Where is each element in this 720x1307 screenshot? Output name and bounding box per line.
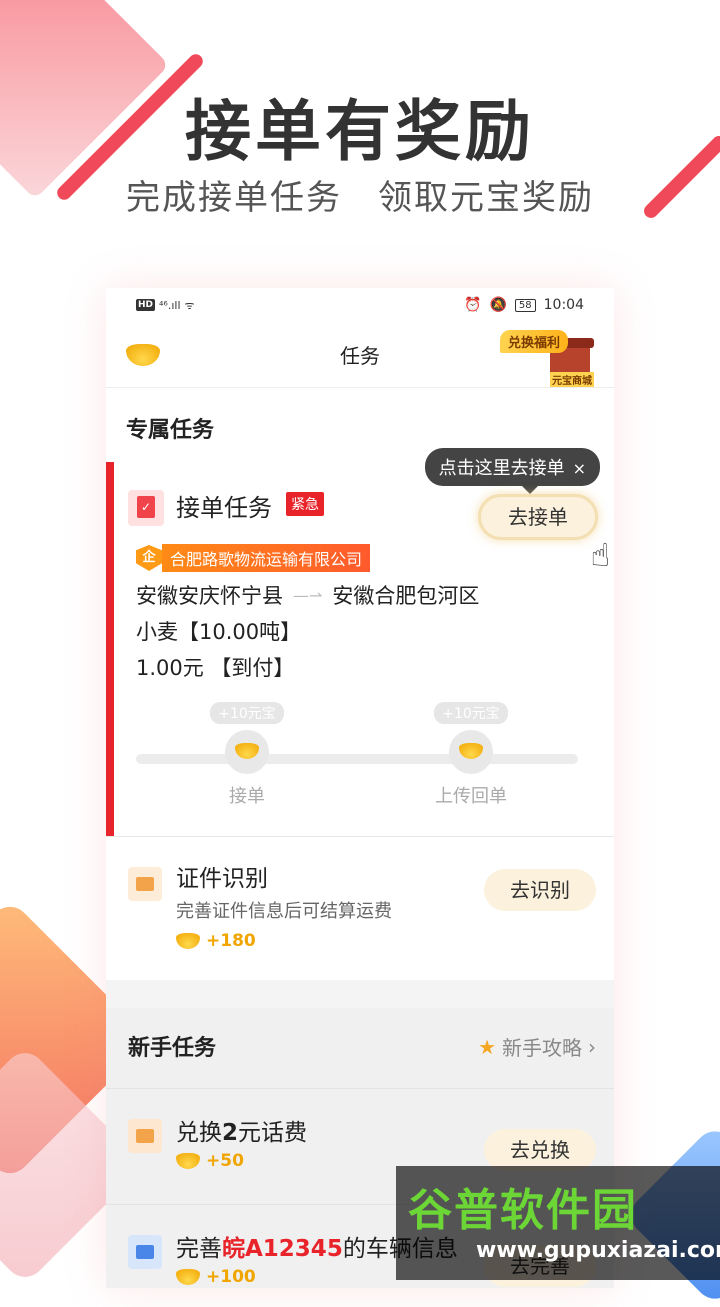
reward-value: +50 [206,1151,244,1171]
route: 安徽安庆怀宁县 —⇀ 安徽合肥包河区 [136,580,479,610]
newbie-section-header: 新手任务 ★ 新手攻略 › [106,1008,614,1088]
reward-value: +180 [206,931,256,951]
step-label: 接单 [229,786,265,807]
ingot-icon [176,1269,200,1285]
close-icon[interactable]: × [573,459,586,478]
task-title: 兑换2元话费 [176,1113,307,1147]
wifi-icon: ᯤ [184,298,195,312]
guide-label: 新手攻略 [502,1036,582,1060]
progress-step: +10元宝 接单 [202,702,292,808]
page-title: 任务 [340,344,380,368]
ingot-icon [176,1153,200,1169]
pointing-hand-icon: ☝ [590,536,610,574]
price-info: 1.00元 【到付】 [136,656,295,680]
identify-button[interactable]: 去识别 [484,869,596,911]
task-reward: +50 [176,1151,244,1171]
company-tag: 企 合肥路歌物流运输有限公司 [136,544,371,572]
hd-icon: HD [136,299,156,311]
newbie-guide-link[interactable]: ★ 新手攻略 › [478,1032,596,1061]
enterprise-icon: 企 [136,545,162,571]
status-bar: HD ⁴⁶.ıll ᯤ ⏰ 🔕 58 10:04 [106,288,614,322]
progress-step: +10元宝 上传回单 [426,702,516,808]
signal-icon: ⁴⁶.ıll [159,298,181,312]
accept-order-button[interactable]: 去接单 [478,494,598,540]
clipboard-icon [128,490,164,526]
ingot-shop-button[interactable]: 兑换福利 元宝商城 [494,330,594,387]
reward-value: +100 [206,1267,256,1287]
ingot-icon[interactable] [126,344,160,366]
company-name: 合肥路歌物流运输有限公司 [162,544,371,572]
ingot-icon [225,730,269,774]
title-amount: 2 [222,1120,239,1146]
vehicle-card-icon [128,1235,162,1269]
promo-headline: 接单有奖励 [185,93,535,170]
step-label: 上传回单 [435,786,507,807]
task-progress: +10元宝 接单 +10元宝 上传回单 [136,702,578,807]
title-text: 完善 [176,1236,222,1262]
id-card-icon [128,867,162,901]
route-to: 安徽合肥包河区 [332,584,480,608]
step-reward: +10元宝 [434,702,508,724]
site-watermark: 谷普软件园 www.gupuxiazai.com [396,1166,720,1280]
phone-screen: HD ⁴⁶.ıll ᯤ ⏰ 🔕 58 10:04 任务 兑换福利 元宝商城 专属… [106,288,614,1288]
id-task-row: 证件识别 完善证件信息后可结算运费 +180 去识别 [106,836,614,980]
tooltip-text: 点击这里去接单 [438,458,565,479]
ingot-icon [176,933,200,949]
task-reward: +180 [176,931,256,951]
title-text: 元话费 [238,1120,308,1146]
nav-bar: 任务 兑换福利 元宝商城 [106,322,614,388]
shop-label: 元宝商城 [550,372,594,387]
promo-subline: 完成接单任务 领取元宝奖励 [126,178,594,218]
mute-icon: 🔕 [489,297,507,313]
urgent-badge: 紧急 [286,492,324,516]
task-desc: 完善证件信息后可结算运费 [176,901,392,922]
arrow-right-icon: —⇀ [293,585,323,605]
star-icon: ★ [478,1034,496,1059]
title-text: 兑换 [176,1120,222,1146]
alarm-icon: ⏰ [464,297,482,313]
hint-tooltip: 点击这里去接单 × [424,448,600,494]
ingot-icon [449,730,493,774]
watermark-logo: 谷普软件园 [408,1185,638,1236]
task-reward: +100 [176,1267,256,1287]
task-title: 证件识别 [176,866,268,892]
exchange-button[interactable]: 去兑换 [484,1129,596,1171]
chevron-right-icon: › [588,1034,596,1059]
shop-tag: 兑换福利 [499,330,568,353]
ticket-icon [128,1119,162,1153]
order-task-card: 接单任务 紧急 点击这里去接单 × 去接单 ☝ 企 合肥路歌物流运输有限公司 安徽… [106,448,614,836]
clock: 10:04 [543,297,584,313]
section-title: 新手任务 [128,1036,217,1061]
battery-icon: 58 [514,298,536,312]
task-title: 接单任务 [176,494,272,522]
route-from: 安徽安庆怀宁县 [136,584,283,608]
watermark-url: www.gupuxiazai.com [476,1238,720,1263]
cargo-info: 小麦【10.00吨】 [136,620,302,644]
step-reward: +10元宝 [210,702,284,724]
plate-number: 皖A12345 [222,1236,343,1262]
